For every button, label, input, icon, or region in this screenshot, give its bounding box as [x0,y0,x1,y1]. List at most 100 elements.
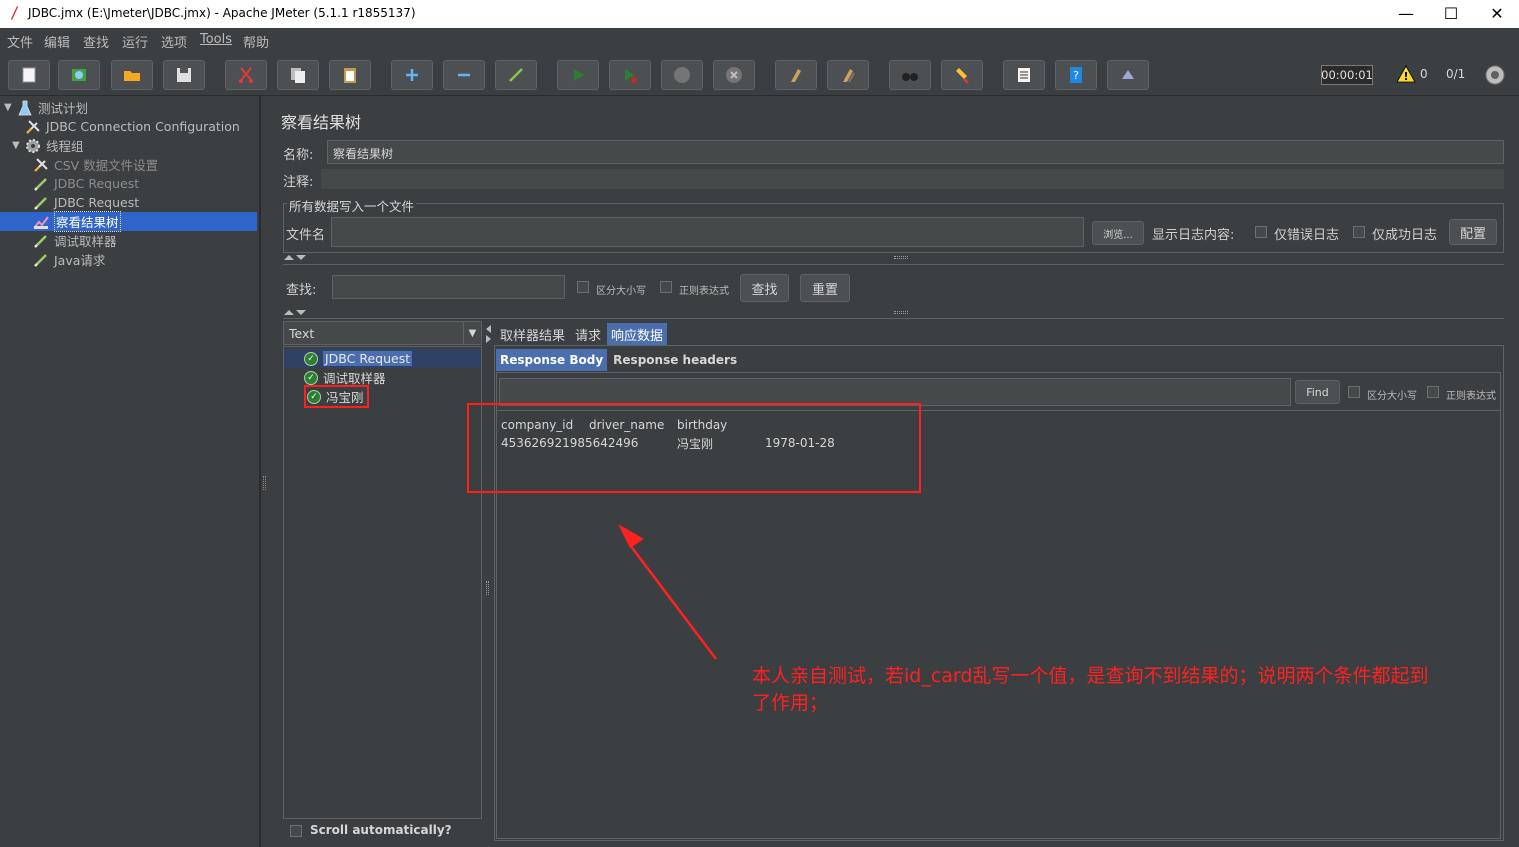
search-submit-button[interactable]: 查找 [740,274,789,302]
response-regex-checkbox[interactable] [1427,386,1439,398]
tree-item-view-results-tree[interactable]: 察看结果树 [0,211,257,232]
log-content-label: 显示日志内容: [1152,228,1235,243]
collapse-button[interactable] [443,60,485,90]
divider [283,318,1504,319]
browse-button[interactable]: 浏览... [1092,221,1144,245]
tree-item-debug-sampler[interactable]: 调试取样器 [4,231,258,250]
result-item-label: JDBC Request [323,351,413,366]
menu-help[interactable]: 帮助 [243,32,269,51]
save-icon [177,68,191,82]
tab-request[interactable]: 请求 [571,323,605,345]
tree-item-jdbc-request[interactable]: JDBC Request [4,193,258,212]
results-list: ✓ JDBC Request ✓ 调试取样器 ✓ 冯宝刚 [283,346,482,819]
renderer-select[interactable]: Text ▼ [283,321,482,345]
vertical-splitter[interactable] [260,96,270,847]
tab-response-data[interactable]: 响应数据 [607,323,668,345]
stop-button[interactable] [661,60,703,90]
function-helper-button[interactable] [1003,60,1045,90]
annotation-line: 了作用； [752,692,829,714]
toggle-button[interactable] [495,60,537,90]
minimize-button[interactable]: — [1383,0,1429,28]
collapse-toggle-icon[interactable]: ▼ [4,102,14,113]
title-bar: JDBC.jmx (E:\Jmeter\JDBC.jmx) - Apache J… [0,0,1519,28]
configure-button[interactable]: 配置 [1449,219,1497,245]
result-tabs: 取样器结果 请求 响应数据 [496,323,668,345]
response-case-label: 区分大小写 [1367,391,1417,402]
elapsed-timer: 00:00:01 [1321,65,1373,85]
tree-item-java-request[interactable]: Java请求 [4,250,258,269]
cut-button[interactable] [225,60,267,90]
tree-item-jdbc-request-disabled[interactable]: JDBC Request [4,174,258,193]
split-arrows-icon[interactable] [283,307,309,317]
play-icon [574,69,584,81]
remote-button[interactable] [1107,60,1149,90]
tab-sampler-result[interactable]: 取样器结果 [496,323,569,345]
start-no-pause-button[interactable] [609,60,651,90]
renderer-select-value: Text [289,326,315,341]
collapse-toggle-icon[interactable]: ▼ [12,140,22,151]
search-input[interactable] [332,275,565,299]
filename-input[interactable] [331,217,1084,247]
name-field[interactable]: 察看结果树 [327,140,1504,164]
tree-item-csv-config[interactable]: CSV 数据文件设置 [4,155,258,174]
clear-button[interactable] [775,60,817,90]
menu-edit[interactable]: 编辑 [44,32,70,51]
help-button[interactable]: ? [1055,60,1097,90]
paste-button[interactable] [329,60,371,90]
save-button[interactable] [163,60,205,90]
menu-tools[interactable]: Tools [200,32,232,47]
tab-response-headers[interactable]: Response headers [609,349,741,371]
tree-item-jdbc-config[interactable]: JDBC Connection Configuration [4,117,258,136]
new-button[interactable] [8,60,50,90]
shutdown-button[interactable] [713,60,755,90]
clear-all-button[interactable] [827,60,869,90]
comment-label: 注释: [283,175,314,190]
case-sensitive-checkbox[interactable] [577,281,589,293]
menu-options[interactable]: 选项 [161,32,187,51]
menu-search[interactable]: 查找 [83,32,109,51]
copy-button[interactable] [277,60,319,90]
tree-item-label: JDBC Request [54,176,140,191]
tree-item-thread-group[interactable]: ▼ 线程组 [4,136,258,155]
open-button[interactable] [111,60,153,90]
start-button[interactable] [557,60,599,90]
errors-only-checkbox[interactable] [1255,226,1267,238]
menu-file[interactable]: 文件 [7,32,33,51]
errors-only-label: 仅错误日志 [1274,228,1340,243]
case-sensitive-label: 区分大小写 [596,286,646,297]
response-find-input[interactable] [499,378,1291,406]
close-button[interactable]: ✕ [1474,0,1519,28]
response-case-checkbox[interactable] [1348,386,1360,398]
success-only-checkbox[interactable] [1353,226,1365,238]
regex-checkbox[interactable] [660,281,672,293]
search-button[interactable] [889,60,931,90]
split-arrows-icon[interactable] [283,252,309,262]
tab-response-body[interactable]: Response Body [496,349,608,371]
templates-button[interactable] [58,60,100,90]
warning-icon[interactable]: ! [1396,65,1416,83]
find-button[interactable]: Find [1295,380,1340,404]
name-label: 名称: [283,148,314,163]
comment-field[interactable] [321,169,1504,189]
result-item-jdbc-request[interactable]: ✓ JDBC Request [284,349,481,368]
reset-button[interactable]: 重置 [800,274,850,302]
chevron-down-icon[interactable]: ▼ [463,322,481,344]
sampler-icon [32,233,50,249]
success-shield-icon: ✓ [304,370,318,385]
broom-yellow-icon [956,68,969,84]
tree-item-label: 测试计划 [38,101,89,116]
reset-search-button[interactable] [941,60,983,90]
thread-count: 0/1 [1446,67,1466,81]
split-arrows-icon[interactable] [484,324,492,344]
splitter-grip-icon [486,581,489,595]
scroll-auto-checkbox[interactable] [290,825,302,837]
maximize-button[interactable]: ☐ [1428,0,1474,28]
tree-item-test-plan[interactable]: ▼ 测试计划 [4,98,258,117]
menu-run[interactable]: 运行 [122,32,148,51]
minus-icon [458,73,470,77]
expand-button[interactable] [391,60,433,90]
divider [283,264,1504,265]
sampler-icon [32,195,50,211]
result-item-java-request[interactable]: ✓ 冯宝刚 [284,385,481,408]
search-label: 查找: [286,283,317,298]
